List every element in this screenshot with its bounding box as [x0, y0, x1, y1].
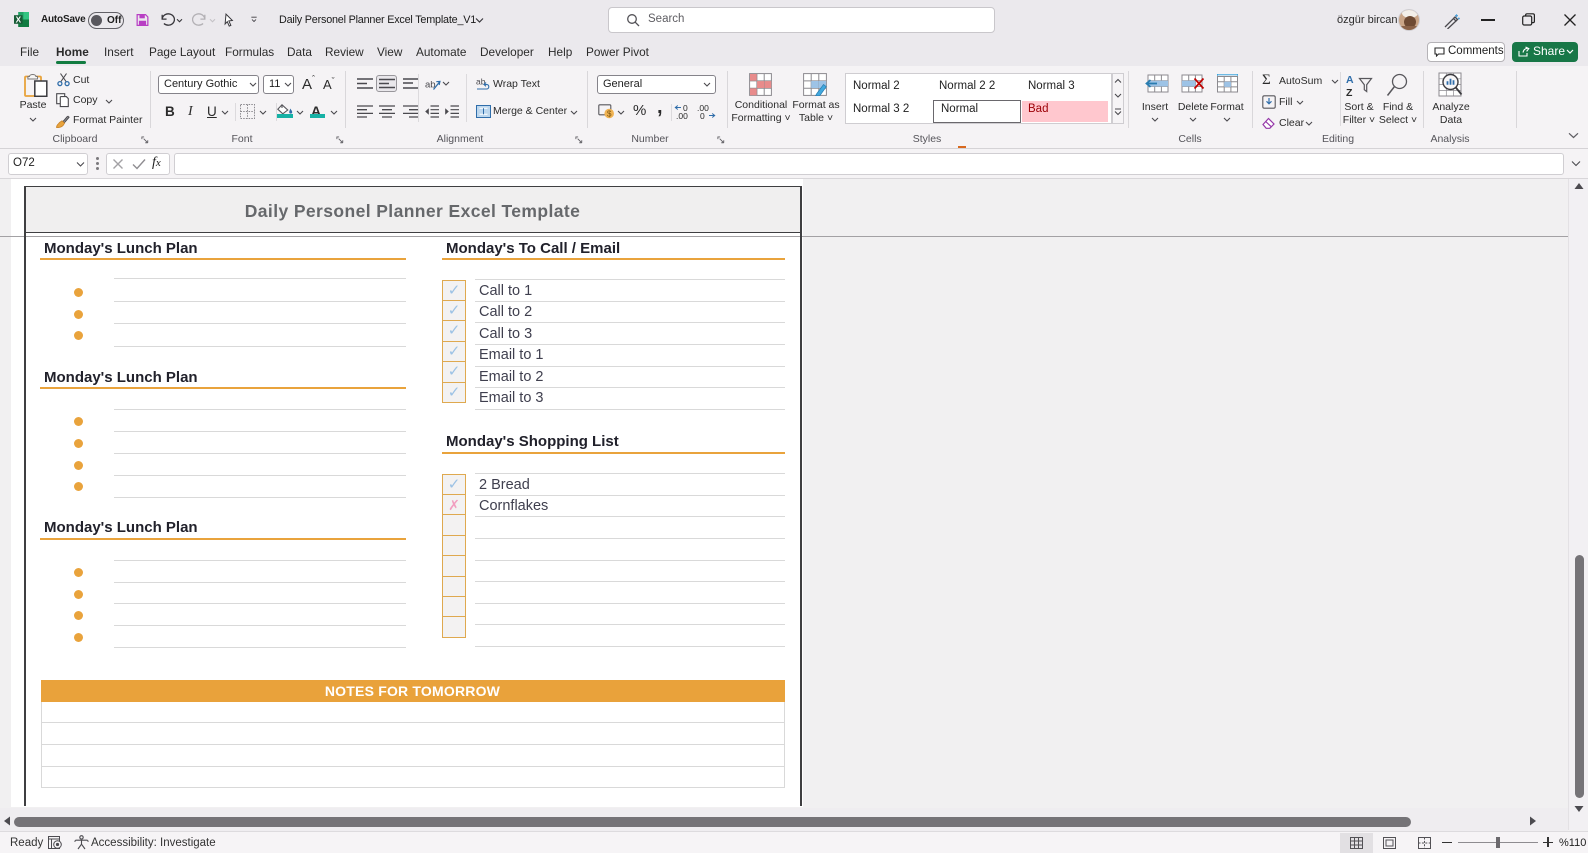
svg-text:0: 0 — [700, 111, 705, 120]
svg-text:Z: Z — [1346, 87, 1353, 98]
svg-text:$: $ — [607, 110, 612, 119]
svg-text:0: 0 — [683, 104, 688, 113]
svg-text:A: A — [1346, 74, 1354, 86]
svg-text:X: X — [16, 15, 22, 24]
